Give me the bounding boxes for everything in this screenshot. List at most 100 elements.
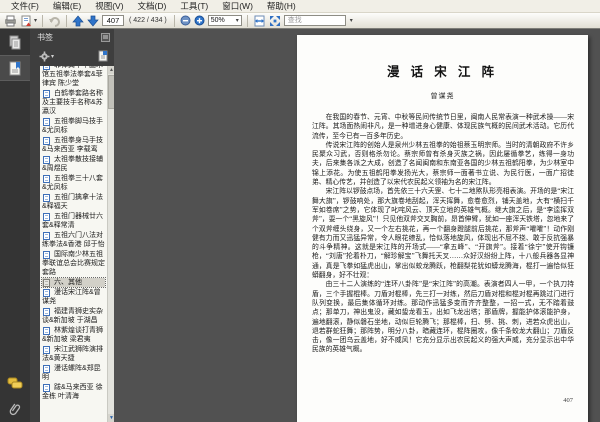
bookmarks-icon [9, 61, 21, 75]
document-title: 漫 话 宋 江 阵 [386, 65, 498, 79]
navigation-tab-strip [0, 29, 30, 422]
menu-view[interactable]: 视图(V) [88, 0, 130, 13]
fit-page-icon [269, 15, 280, 26]
bookmark-section-other[interactable]: 六、其他 [41, 277, 106, 288]
page-down-icon [87, 15, 99, 27]
attachments-icon [9, 403, 21, 416]
pdf-reader-window: 文件(F) 编辑(E) 视图(V) 文档(D) 工具(T) 窗口(W) 帮助(H… [0, 0, 600, 422]
bookmarks-panel: 书签 ▾ 馆五祖拳法拳套&菲律宾 陈少堂 白鹤拳套路名称及主要技手名称&苏瀛汉 … [30, 29, 114, 422]
export-button[interactable]: ▾ [20, 14, 37, 28]
menu-edit[interactable]: 编辑(E) [46, 0, 88, 13]
menu-file[interactable]: 文件(F) [4, 0, 46, 13]
comments-icon [7, 377, 23, 388]
page-count-label: ( 422 / 434 ) [129, 17, 167, 24]
pages-icon [9, 35, 21, 49]
gear-dropdown-caret: ▾ [51, 53, 55, 60]
bookmark-page-icon [43, 308, 50, 316]
zoom-level-value: 50% [210, 17, 225, 24]
bookmark-item[interactable]: 五祖拳身马手技&马来西亚 李载鸾 [42, 136, 105, 154]
bookmark-item[interactable]: 漫话宋江阵&曾谋尧 [42, 288, 105, 306]
menu-document[interactable]: 文档(D) [131, 0, 174, 13]
bookmark-section-icon [43, 279, 50, 287]
bookmark-item[interactable]: 五祖六门八法对练拳法&香港 邱于怡 [42, 231, 105, 249]
fit-page-button[interactable] [269, 14, 281, 28]
bookmarks-panel-header: 书签 [30, 29, 114, 46]
toolbar-separator [42, 14, 44, 27]
paragraph: 宋江阵以锣鼓点场，首先依三十六天罡、七十二地煞队形亮相表演。开场的是“宋江舞大旗… [312, 188, 574, 280]
page-number-input[interactable] [102, 15, 125, 26]
bookmark-page-icon [43, 156, 50, 164]
bookmark-page-icon [43, 137, 50, 145]
menu-help[interactable]: 帮助(H) [260, 0, 303, 13]
bookmark-page-icon [43, 289, 50, 297]
menu-tools[interactable]: 工具(T) [173, 0, 215, 13]
paragraph: 在我国的春节、元宵、中秋等民间传统节日里，闽南人民常表演一种武术操——宋江阵。其… [312, 114, 574, 140]
bookmarks-list: 菲律宾中华国术馆五祖拳法拳套&菲律宾 陈少堂 白鹤拳套路名称及主要技手名称&苏瀛… [40, 66, 114, 422]
export-dropdown-caret[interactable]: ▾ [34, 17, 37, 24]
bookmark-page-icon [43, 118, 50, 126]
tab-bookmarks[interactable] [0, 55, 30, 81]
bookmark-page-icon [43, 384, 50, 392]
zoom-in-icon [194, 15, 205, 26]
undo-icon [49, 16, 60, 27]
document-author: 曾谋尧 [430, 92, 455, 100]
gear-icon [39, 51, 50, 61]
bookmark-item[interactable]: 白鹤拳套路名称及主要技手名称&苏瀛汉 [42, 89, 105, 116]
locate-bookmark-icon[interactable] [97, 50, 109, 62]
zoom-out-icon [180, 15, 191, 26]
bookmark-item[interactable]: 宋江武狮阵演排法&黄天捷 [42, 345, 105, 363]
zoom-in-button[interactable] [194, 14, 205, 28]
bookmark-item[interactable]: 林紫煌谈打青狮&新加坡 梁君夷 [42, 326, 105, 344]
bookmark-item[interactable]: 跋&马来西亚 徐金栋 叶清海 [42, 383, 105, 401]
bookmark-item[interactable]: 太祖拳散技接辅&周煜民 [42, 155, 105, 173]
bookmarks-scrollbar[interactable]: ▲ ▼ [107, 66, 114, 422]
panel-menu-icon[interactable] [101, 33, 110, 42]
toolbar-separator [246, 14, 248, 27]
tab-attachments[interactable] [0, 396, 30, 422]
document-canvas[interactable]: 漫 话 宋 江 阵 曾谋尧 在我国的春节、元宵、中秋等民间传统节日里，闽南人民常… [114, 29, 600, 422]
paragraph: 传说宋江阵的创始人是泉州少林五祖拳的始祖蔡玉明宗师。当时的清朝政府不许乡民聚众习… [312, 141, 574, 187]
zoom-dropdown-caret: ▾ [235, 18, 239, 24]
export-icon [21, 15, 31, 26]
bookmark-item[interactable]: 五祖门擒拿十法&释福天 [42, 193, 105, 211]
bookmark-item[interactable]: 漫话螺阵&郑昆明 [42, 364, 105, 382]
bookmark-page-icon [43, 175, 50, 183]
paragraph: 由三十二人演练的“连环八卦阵”是“宋江阵”的高潮。表演者四人一甲，一个执刀持盾，… [312, 281, 574, 354]
fit-width-button[interactable] [253, 14, 266, 28]
next-page-button[interactable] [87, 14, 99, 28]
bookmark-options-button[interactable]: ▾ [39, 51, 54, 62]
bookmarks-panel-title: 书签 [37, 33, 53, 42]
bookmark-page-icon [43, 346, 50, 354]
page-up-icon [72, 14, 84, 26]
previous-page-button[interactable] [72, 14, 84, 28]
bookmark-page-icon [43, 232, 50, 240]
bookmark-item[interactable]: 福建青狮史实杂谈&新加坡 于湖昌 [42, 307, 105, 325]
bookmark-page-icon [43, 90, 50, 98]
tab-comments[interactable] [0, 370, 30, 396]
bookmark-item[interactable]: 五祖拳三十八套&尤凤标 [42, 174, 105, 192]
print-button[interactable] [4, 14, 17, 28]
bookmark-item[interactable]: 菲律宾中华国术馆五祖拳法拳套&菲律宾 陈少堂 [42, 66, 105, 88]
menubar: 文件(F) 编辑(E) 视图(V) 文档(D) 工具(T) 窗口(W) 帮助(H… [0, 0, 600, 13]
bookmark-page-icon [43, 213, 50, 221]
search-dropdown-caret[interactable]: ▾ [350, 17, 353, 24]
bookmark-item[interactable]: 五祖门器械廿六套&释常清 [42, 212, 105, 230]
bookmark-page-icon [43, 66, 50, 70]
menu-window[interactable]: 窗口(W) [215, 0, 260, 13]
bookmark-page-icon [43, 365, 50, 373]
print-icon [5, 15, 16, 26]
fit-width-icon [254, 15, 265, 26]
search-input[interactable] [283, 15, 346, 26]
bookmark-item[interactable]: 五祖拳脚马技手&尤凤标 [42, 117, 105, 135]
bookmark-item[interactable]: 国际南少林五祖拳联谊总会比赛规定套路 [42, 250, 105, 277]
bookmarks-toolbar: ▾ [30, 46, 114, 66]
toolbar-separator [173, 14, 175, 27]
zoom-out-button[interactable] [180, 14, 191, 28]
bookmark-page-icon [43, 327, 50, 335]
document-page[interactable]: 漫 话 宋 江 阵 曾谋尧 在我国的春节、元宵、中秋等民间传统节日里，闽南人民常… [297, 35, 588, 422]
document-body: 在我国的春节、元宵、中秋等民间传统节日里，闽南人民常表演一种武术操——宋江阵。其… [312, 113, 574, 355]
previous-view-button[interactable] [48, 14, 61, 28]
toolbar: ▾ ( 422 / 434 ) [0, 13, 600, 29]
zoom-level-select[interactable]: 50% ▾ [207, 15, 242, 26]
tab-pages[interactable] [0, 29, 30, 55]
